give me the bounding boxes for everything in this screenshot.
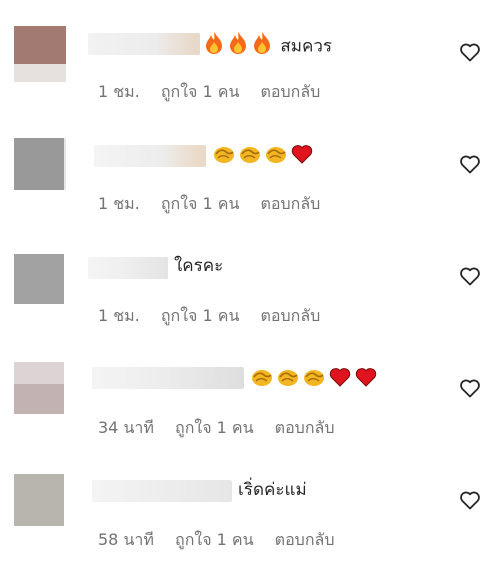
username-blurred[interactable] [92,367,244,389]
comment-item: ใครคะ 1 ชม. ถูกใจ 1 คน ตอบกลับ [0,224,500,336]
clap-icon [264,142,288,173]
like-count[interactable]: ถูกใจ 1 คน [161,194,240,213]
comment-time: 34 นาที [98,418,154,437]
clap-icon [238,142,262,173]
avatar[interactable] [14,362,66,414]
comment-time: 1 ชม. [98,194,140,213]
fire-icon [227,31,249,62]
reply-button[interactable]: ตอบกลับ [261,194,321,213]
clap-icon [276,365,300,396]
clap-icon [250,365,274,396]
comment-time: 1 ชม. [98,82,140,101]
avatar[interactable] [14,138,66,190]
heart-outline-icon[interactable] [459,266,481,286]
avatar[interactable] [14,474,66,526]
comment-text-row [250,365,380,396]
comment-text: สมควร [280,36,333,57]
username-blurred[interactable] [94,145,206,167]
username-blurred[interactable] [88,257,168,279]
comment-text: เริ่ดค่ะแม่ [238,480,307,500]
comment-time: 58 นาที [98,530,154,549]
comment-meta: 1 ชม. ถูกใจ 1 คน ตอบกลับ [98,80,336,105]
heart-outline-icon[interactable] [459,490,481,510]
comment-text-row: ใครคะ [174,254,223,278]
comment-item: เริ่ดค่ะแม่ 58 นาที ถูกใจ 1 คน ตอบกลับ [0,448,500,560]
comment-meta: 58 นาที ถูกใจ 1 คน ตอบกลับ [98,528,350,553]
clap-icon [302,365,326,396]
comment-text: ใครคะ [174,256,224,276]
comment-item: 1 ชม. ถูกใจ 1 คน ตอบกลับ [0,112,500,224]
reply-button[interactable]: ตอบกลับ [261,306,321,325]
avatar[interactable] [14,26,66,82]
like-count[interactable]: ถูกใจ 1 คน [161,82,240,101]
fire-icon [203,31,225,62]
comment-text-row [212,142,316,173]
avatar[interactable] [14,254,66,306]
heart-emoji-icon [354,365,378,396]
heart-outline-icon[interactable] [459,154,481,174]
fire-icon [251,31,273,62]
comment-item: 34 นาที ถูกใจ 1 คน ตอบกลับ [0,336,500,448]
comment-text-row: เริ่ดค่ะแม่ [238,478,307,502]
username-blurred[interactable] [92,480,232,502]
comment-meta: 1 ชม. ถูกใจ 1 คน ตอบกลับ [98,192,336,217]
clap-icon [212,142,236,173]
reply-button[interactable]: ตอบกลับ [261,82,321,101]
like-count[interactable]: ถูกใจ 1 คน [175,530,254,549]
comment-meta: 34 นาที ถูกใจ 1 คน ตอบกลับ [98,416,350,441]
reply-button[interactable]: ตอบกลับ [275,418,335,437]
heart-outline-icon[interactable] [459,42,481,62]
heart-emoji-icon [328,365,352,396]
username-blurred[interactable] [88,33,200,55]
comment-meta: 1 ชม. ถูกใจ 1 คน ตอบกลับ [98,304,336,329]
comment-item: สมควร 1 ชม. ถูกใจ 1 คน ตอบกลับ [0,0,500,112]
heart-outline-icon[interactable] [459,378,481,398]
comment-time: 1 ชม. [98,306,140,325]
comment-text-row: สมควร [203,31,332,62]
like-count[interactable]: ถูกใจ 1 คน [161,306,240,325]
like-count[interactable]: ถูกใจ 1 คน [175,418,254,437]
reply-button[interactable]: ตอบกลับ [275,530,335,549]
heart-emoji-icon [290,142,314,173]
